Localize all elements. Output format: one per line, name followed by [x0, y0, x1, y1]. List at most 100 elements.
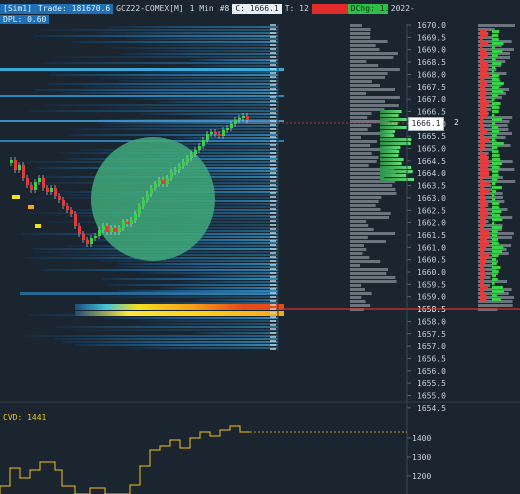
price-chart-canvas[interactable]: 1670.0 1669.5 1669.0 1668.5 1668.0 1667.5 1667… — [0, 0, 520, 494]
profile-bar — [350, 244, 364, 247]
heat-row — [83, 86, 278, 88]
price-axis[interactable]: 1670.0 1669.5 1669.0 1668.5 1668.0 1667.5 1667… — [407, 21, 446, 413]
profile-bar-red — [480, 54, 488, 57]
candle-body — [142, 200, 145, 206]
profile-bar-green — [492, 82, 504, 85]
heat-row — [128, 98, 278, 100]
profile-bar-red — [480, 190, 490, 193]
candle-body — [218, 134, 221, 136]
heat-row — [102, 278, 278, 280]
profile-bar-green — [492, 146, 498, 149]
profile-bar — [350, 204, 376, 207]
profile-bar-green — [492, 30, 500, 33]
profile-bar-green — [492, 262, 497, 265]
ladder-tick — [270, 176, 276, 178]
profile-bar-green — [492, 210, 502, 213]
ladder-tick — [270, 296, 276, 298]
ladder-tick — [270, 216, 276, 218]
ladder-tick — [270, 324, 276, 326]
heat-row — [51, 56, 278, 58]
candle-body — [86, 240, 89, 244]
profile-bar-green — [380, 134, 395, 137]
price-tick-label: 1656.5 — [417, 354, 446, 363]
profile-bar-red — [480, 162, 490, 165]
profile-bar-green — [492, 218, 503, 221]
price-tick-label: 1669.0 — [417, 46, 446, 55]
profile-bar-red — [480, 226, 484, 229]
candle-body — [62, 200, 65, 206]
candle-body — [70, 210, 73, 214]
profile-bar — [350, 192, 397, 195]
candle-body — [178, 166, 181, 170]
profile-bar — [350, 88, 396, 91]
heat-row — [99, 260, 278, 262]
profile-bar-red — [480, 150, 483, 153]
candle-body — [30, 185, 33, 190]
profile-bar-green — [380, 130, 395, 133]
ladder-tick — [270, 128, 276, 130]
ladder-tick — [270, 340, 276, 342]
ladder-tick — [270, 180, 276, 182]
profile-bar-green — [492, 214, 501, 217]
heat-row — [76, 329, 278, 331]
candle-body — [138, 206, 141, 214]
ladder-tick — [270, 212, 276, 214]
ladder-tick — [270, 280, 276, 282]
profile-bar-green — [492, 170, 499, 173]
profile-bar-green — [492, 114, 495, 117]
ladder-tick — [270, 32, 276, 34]
cvd-value-label: CVD: 1441 — [3, 413, 47, 422]
candle-body — [134, 214, 137, 220]
heat-row — [101, 107, 278, 109]
heat-row — [140, 50, 278, 52]
heat-row — [195, 299, 278, 301]
heat-row — [192, 332, 278, 334]
profile-bar — [350, 256, 370, 259]
ladder-tick — [270, 164, 276, 166]
profile-bar-red — [480, 86, 486, 89]
candle-body — [66, 206, 69, 210]
price-tick-label: 1665.5 — [417, 132, 446, 141]
ladder-tick — [270, 112, 276, 114]
candle-body — [198, 146, 201, 150]
profile-bar-green — [492, 238, 499, 241]
profile-bar-green — [492, 250, 502, 253]
profile-bar — [350, 104, 399, 107]
profile-bar-green — [492, 162, 502, 165]
profile-bar-green — [380, 142, 411, 145]
price-tick-label: 1657.0 — [417, 342, 446, 351]
profile-bar-red — [480, 46, 483, 49]
profile-bar-green — [492, 62, 502, 65]
profile-bar-green — [492, 150, 499, 153]
candle-body — [122, 222, 125, 228]
ladder-tick — [270, 232, 276, 234]
profile-bar-green — [492, 254, 499, 257]
profile-bar-red — [480, 294, 487, 297]
ladder-tick — [270, 288, 276, 290]
ladder-tick — [270, 256, 276, 258]
profile-bar — [350, 96, 400, 99]
price-tick-label: 1656.0 — [417, 367, 446, 376]
price-tick-label: 1658.0 — [417, 317, 446, 326]
ladder-tick — [270, 92, 276, 94]
ladder-tick — [270, 160, 276, 162]
candle-body — [210, 132, 213, 134]
candle-body — [246, 116, 249, 120]
profile-bar — [350, 196, 382, 199]
profile-bar-red — [480, 138, 490, 141]
ladder-tick — [270, 168, 276, 170]
ladder-tick — [270, 308, 276, 310]
profile-bar — [350, 228, 374, 231]
profile-bar-green — [492, 110, 499, 113]
profile-bar — [350, 112, 372, 115]
profile-bar-red — [480, 90, 487, 93]
ladder-tick — [270, 48, 276, 50]
profile-bar-red — [480, 110, 488, 113]
candle-body — [54, 188, 57, 196]
profile-bar-red — [480, 82, 488, 85]
highlight-circle-annotation[interactable] — [91, 137, 215, 261]
heat-row — [179, 281, 278, 283]
profile-bar — [350, 212, 391, 215]
price-tick-label: 1668.0 — [417, 70, 446, 79]
candle-body — [114, 228, 117, 232]
